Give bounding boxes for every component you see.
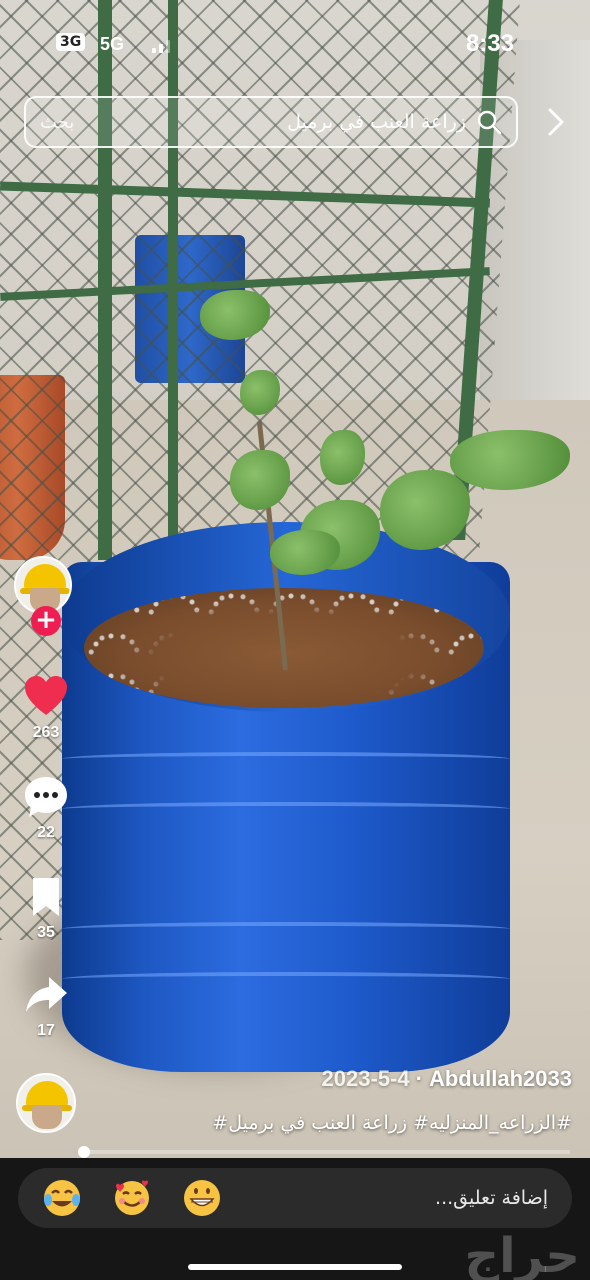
clock: 8:33 [465, 30, 514, 57]
search-button[interactable]: بحث [40, 112, 74, 133]
search-icon [476, 109, 502, 135]
separator: · [415, 1066, 423, 1091]
follow-button[interactable]: + [31, 606, 61, 636]
blue-barrel [62, 522, 510, 1072]
signal-bars-icon [152, 40, 170, 53]
network-type: 5G [100, 34, 125, 54]
author-line: 2023-5-4 · Abdullah2033 [322, 1066, 572, 1092]
bookmark-count: 35 [37, 924, 55, 941]
comment-button[interactable]: 22 [14, 774, 78, 842]
bookmark-icon [23, 874, 69, 920]
bottom-bar: إضافة تعليق... حراج [0, 1158, 590, 1280]
comment-bubble-icon [23, 774, 69, 820]
helmet-icon [22, 1081, 72, 1111]
search-input[interactable]: زراعة العنب في برميل [74, 111, 466, 133]
like-count: 263 [32, 724, 60, 741]
share-count: 17 [37, 1022, 55, 1039]
heart-icon [23, 674, 69, 720]
video-progress-bar[interactable] [78, 1146, 570, 1158]
progress-scrubber[interactable] [78, 1146, 90, 1158]
video-caption[interactable]: #الزراعه_المنزليه# زراعة العنب في برميل# [212, 1112, 572, 1134]
action-rail: + 263 22 35 17 [14, 556, 78, 1039]
post-date: 2023-5-4 [321, 1066, 410, 1091]
face-with-tears-of-joy-icon[interactable] [42, 1178, 82, 1218]
chevron-right-icon[interactable] [542, 104, 572, 140]
bookmark-button[interactable]: 35 [14, 874, 78, 942]
like-button[interactable]: 263 [14, 674, 78, 742]
share-arrow-icon [23, 972, 69, 1018]
share-button[interactable]: 17 [14, 972, 78, 1040]
music-disc-avatar[interactable] [16, 1073, 76, 1133]
author-username[interactable]: Abdullah2033 [429, 1066, 572, 1092]
video-frame[interactable] [0, 0, 590, 1158]
search-bar[interactable]: بحث زراعة العنب في برميل [24, 96, 518, 148]
grinning-face-icon[interactable] [182, 1178, 222, 1218]
comment-count: 22 [37, 824, 55, 841]
network-badge: 3G [56, 33, 86, 51]
helmet-icon [20, 564, 70, 594]
comment-placeholder[interactable]: إضافة تعليق... [252, 1187, 548, 1209]
brand-watermark: حراج [464, 1228, 580, 1280]
status-bar: 3G 5G 8:33 [0, 0, 590, 88]
smiling-face-with-hearts-icon[interactable] [112, 1178, 152, 1218]
comment-input[interactable]: إضافة تعليق... [18, 1168, 572, 1228]
home-indicator[interactable] [188, 1264, 402, 1270]
